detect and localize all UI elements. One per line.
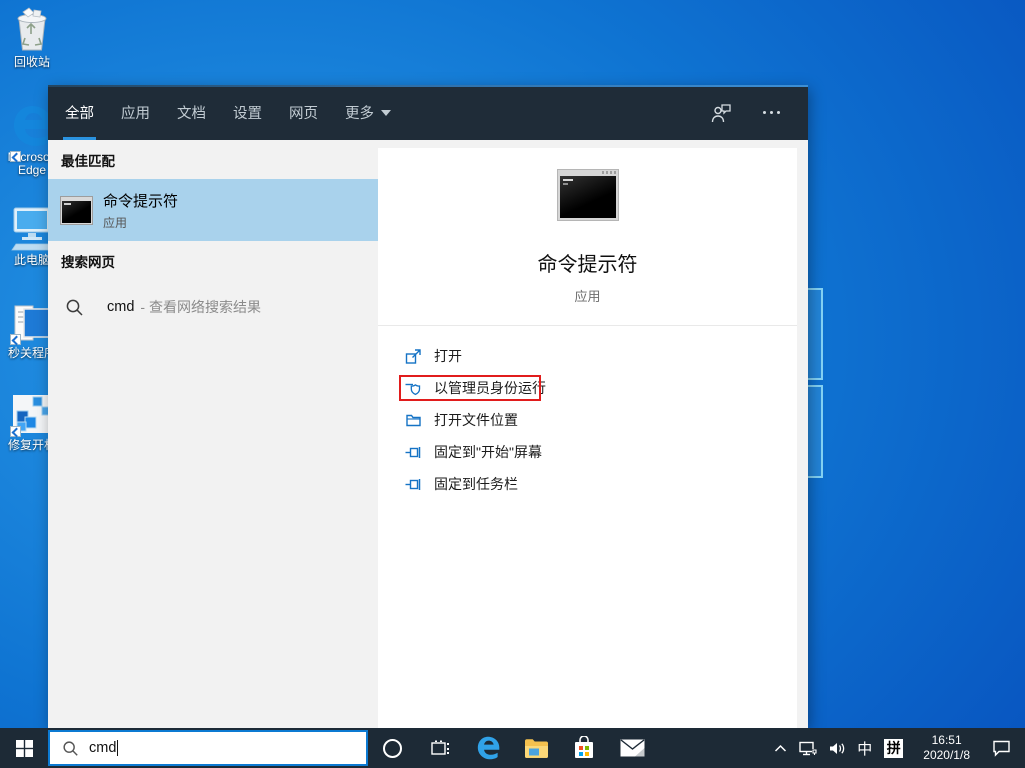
preview-pane: 命令提示符 应用 打开 以管理员身份运行 打开文件位置 固定到"开始"屏幕 固定… [378, 148, 797, 728]
windows-logo-icon [15, 739, 33, 757]
chevron-down-icon [381, 109, 391, 116]
tab-label: 应用 [121, 106, 150, 122]
result-title: 命令提示符 [103, 192, 179, 210]
action-center-button[interactable] [984, 728, 1025, 768]
clock-time: 16:51 [931, 733, 962, 747]
speaker-icon [830, 742, 845, 754]
taskbar: cmd 中 拼 16:51 2020/1/8 [0, 728, 1025, 768]
tab-all[interactable]: 全部 [63, 85, 96, 140]
pin-icon [405, 446, 421, 458]
ime-mode-indicator: 拼 [884, 738, 904, 758]
text-caret [117, 740, 119, 756]
task-view-button[interactable] [416, 728, 464, 768]
action-list: 打开 以管理员身份运行 打开文件位置 固定到"开始"屏幕 固定到任务栏 [399, 340, 787, 500]
cortana-button[interactable] [368, 728, 416, 768]
tray-ime-mode[interactable]: 拼 [878, 728, 909, 768]
cmd-icon-large [556, 169, 619, 221]
shield-icon [405, 383, 421, 395]
action-label: 固定到"开始"屏幕 [434, 444, 542, 460]
shortcut-arrow-badge [10, 334, 21, 345]
search-results-area: 最佳匹配 命令提示符 应用 搜索网页 cmd - 查看网络搜索结果 命令提示符 … [48, 140, 808, 728]
action-label: 打开 [434, 348, 462, 364]
store-icon [575, 736, 593, 758]
file-location-icon [406, 414, 421, 426]
search-filter-bar: 全部 应用 文档 设置 网页 更多 [48, 85, 808, 140]
system-tray: 中 拼 16:51 2020/1/8 [768, 728, 1025, 768]
tab-label: 文档 [177, 106, 206, 122]
search-icon [63, 740, 78, 756]
search-web-header: 搜索网页 [61, 255, 115, 270]
action-label: 固定到任务栏 [434, 476, 518, 492]
tab-more[interactable]: 更多 [345, 85, 391, 140]
taskbar-edge-button[interactable] [464, 728, 512, 768]
action-open-file-location[interactable]: 打开文件位置 [405, 404, 787, 436]
shortcut-arrow-badge [10, 426, 21, 437]
app-hero: 命令提示符 应用 [378, 148, 797, 305]
tab-label: 设置 [233, 106, 262, 122]
search-flyout-panel: 全部 应用 文档 设置 网页 更多 最佳匹配 命令提示符 应用 搜索网页 cmd… [48, 85, 808, 728]
taskbar-mail-button[interactable] [608, 728, 656, 768]
notification-icon [993, 740, 1010, 757]
edge-icon [477, 736, 500, 760]
cortana-icon [382, 738, 402, 758]
tab-web[interactable]: 网页 [289, 85, 318, 140]
tab-apps[interactable]: 应用 [121, 85, 150, 140]
tray-clock[interactable]: 16:51 2020/1/8 [909, 728, 984, 768]
feedback-user-icon[interactable] [710, 103, 732, 123]
tray-volume[interactable] [823, 728, 851, 768]
desktop-icon-label: 回收站 [13, 55, 50, 69]
desktop-icon-recycle-bin[interactable]: 回收站 [0, 6, 64, 69]
desktop-wallpaper: 回收站 Microsoft Edge 此电脑 秒关程序 修复开机 全部 应用 文… [0, 0, 1025, 768]
tray-network[interactable] [793, 728, 823, 768]
best-match-header: 最佳匹配 [61, 154, 115, 169]
results-list: 最佳匹配 命令提示符 应用 搜索网页 cmd - 查看网络搜索结果 [48, 140, 378, 728]
ime-language-indicator: 中 [857, 740, 873, 758]
taskbar-store-button[interactable] [560, 728, 608, 768]
action-label: 以管理员身份运行 [434, 380, 546, 396]
task-view-icon [430, 740, 449, 755]
action-pin-to-taskbar[interactable]: 固定到任务栏 [405, 468, 787, 500]
cmd-icon [60, 195, 93, 225]
tray-chevron-up[interactable] [768, 728, 793, 768]
web-query-text: cmd [107, 299, 135, 315]
search-icon [66, 299, 83, 316]
mail-icon [620, 739, 644, 757]
tab-label: 更多 [345, 106, 374, 122]
app-subtitle: 应用 [574, 289, 601, 304]
search-input-value: cmd [89, 740, 117, 756]
chevron-up-icon [775, 744, 787, 752]
pin-icon [405, 478, 421, 490]
app-title: 命令提示符 [537, 254, 638, 276]
shortcut-arrow-badge [10, 151, 21, 162]
action-label: 打开文件位置 [434, 412, 518, 428]
action-open[interactable]: 打开 [405, 340, 787, 372]
action-run-as-admin[interactable]: 以管理员身份运行 [399, 372, 787, 404]
ellipsis-menu-icon[interactable] [759, 107, 784, 118]
open-icon [405, 348, 421, 364]
network-icon [799, 741, 818, 755]
tray-ime-language[interactable]: 中 [851, 728, 878, 768]
web-search-result-item[interactable]: cmd - 查看网络搜索结果 [48, 285, 378, 329]
result-subtitle: 应用 [103, 215, 128, 230]
taskbar-file-explorer-button[interactable] [512, 728, 560, 768]
action-pin-to-start[interactable]: 固定到"开始"屏幕 [405, 436, 787, 468]
divider [378, 325, 797, 326]
recycle-bin-icon [17, 7, 47, 51]
tab-label: 全部 [65, 106, 94, 122]
clock-date: 2020/1/8 [923, 748, 970, 762]
tab-label: 网页 [289, 106, 318, 122]
start-button[interactable] [0, 728, 48, 768]
result-item-command-prompt[interactable]: 命令提示符 应用 [48, 179, 378, 241]
tab-documents[interactable]: 文档 [177, 85, 206, 140]
file-explorer-icon [524, 738, 548, 758]
web-suffix-text: - 查看网络搜索结果 [140, 299, 261, 315]
tab-settings[interactable]: 设置 [233, 85, 262, 140]
taskbar-search-input[interactable]: cmd [48, 730, 368, 766]
